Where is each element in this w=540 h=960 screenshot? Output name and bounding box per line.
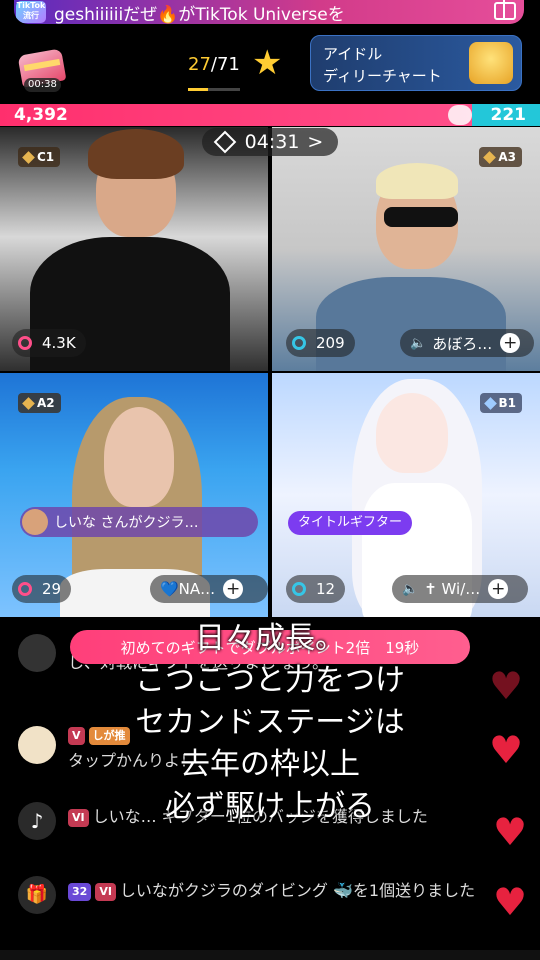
guest-name-pill[interactable]: 🔈 あぼろ… + — [400, 329, 534, 357]
guest-name-pill[interactable]: 💙NA… + — [150, 575, 268, 603]
score-value: 209 — [316, 334, 345, 352]
score-value: 4.3K — [42, 334, 76, 352]
trophy-icon — [469, 42, 513, 84]
top-banner[interactable]: TikTok 流行 geshiiiiiiだぜ🔥がTikTok Universeを — [14, 0, 524, 24]
caption-line-4: 去年の枠以上 — [180, 747, 360, 782]
chevron-right-icon: > — [307, 131, 324, 153]
sunglasses — [384, 207, 458, 227]
follow-plus-icon[interactable]: + — [488, 579, 509, 599]
rank-label: B1 — [498, 396, 517, 410]
gift-toast: しいな さんがクジラ… — [20, 507, 258, 537]
score-icon — [18, 336, 32, 350]
gift-icon: 🎁 — [18, 876, 56, 914]
idol-daily-chart-button[interactable]: アイドル ディリーチャート — [310, 35, 522, 91]
score-value: 29 — [42, 580, 62, 598]
guest-video-1[interactable]: C1 4.3K — [0, 127, 268, 371]
title-gifter-tag: タイトルギフター — [288, 511, 413, 535]
rank-label: A2 — [37, 396, 55, 410]
guest-name: あぼろ… — [432, 334, 493, 353]
chest-timer: 00:38 — [24, 78, 61, 92]
banner-text: geshiiiiiiだぜ🔥がTikTok Universeを — [54, 4, 345, 25]
guest-video-3[interactable]: A2 しいな さんがクジラ… 29 💙NA… + — [0, 373, 268, 617]
guest-name-pill[interactable]: 🔈 ✝ Wi/… + — [392, 575, 528, 603]
guest-face — [104, 407, 174, 507]
follow-plus-icon[interactable]: + — [223, 579, 244, 599]
sender-avatar — [22, 509, 48, 535]
tiktok-universe-badge: TikTok 流行 — [16, 1, 46, 23]
chat-message-row: 32 VI しいながクジラのダイビング 🐳を1個送りました — [68, 878, 488, 904]
heart-icon: ♥ — [492, 880, 528, 924]
level-badge: 32 — [68, 882, 92, 901]
score-icon — [18, 582, 32, 596]
battle-timer-value: 04:31 — [244, 131, 300, 153]
score-pill: 4.3K — [12, 329, 86, 357]
overlay-caption: 日々成長。 こつこつと力をつけ セカンドステージは 去年の枠以上 必ず駆け上がる — [0, 618, 540, 828]
follow-plus-icon[interactable]: + — [500, 333, 521, 353]
score-pill: 29 — [12, 575, 72, 603]
mute-icon: 🔈 — [402, 581, 419, 597]
guest-hair — [376, 163, 458, 199]
gift-toast-text: しいな さんがクジラ… — [54, 515, 199, 531]
counter-progress — [188, 88, 240, 91]
fan-badge: VI — [95, 882, 116, 901]
battle-score-bar: 4,392 221 — [0, 104, 540, 126]
guest-video-4[interactable]: B1 タイトルギフター 12 🔈 ✝ Wi/… + — [272, 373, 540, 617]
gift-icon[interactable] — [494, 0, 516, 20]
host-hair — [88, 129, 184, 179]
score-icon — [292, 336, 306, 350]
score-pill: 209 — [286, 329, 355, 357]
score-pill: 12 — [286, 575, 346, 603]
battle-timer[interactable]: 04:31 > — [202, 128, 338, 156]
star-icon[interactable]: ★ — [252, 46, 286, 80]
left-team-score: 4,392 — [14, 105, 68, 125]
spark-icon — [448, 105, 472, 125]
diamond-icon — [213, 130, 236, 154]
guest-name: ✝ Wi/… — [424, 580, 481, 598]
rank-badge: A3 — [479, 147, 522, 167]
diamond-icon — [483, 396, 497, 410]
rank-label: C1 — [37, 150, 55, 164]
rank-label: A3 — [498, 150, 516, 164]
bottom-bar — [0, 950, 540, 960]
diamond-icon — [22, 396, 35, 410]
treasure-chest[interactable]: 00:38 — [17, 46, 68, 92]
rank-badge: A2 — [18, 393, 61, 413]
chat-message: しいながクジラのダイビング 🐳を1個送りました — [119, 881, 476, 900]
caption-line-5: 必ず駆け上がる — [165, 789, 375, 824]
rank-badge: B1 — [479, 393, 522, 413]
idol-chart-line1: アイドル — [323, 45, 383, 63]
caption-line-1: 日々成長。 — [195, 621, 345, 656]
caption-line-2: こつこつと力をつけ — [135, 663, 405, 698]
caption-line-3: セカンドステージは — [135, 705, 405, 740]
ranking-counter[interactable]: 27/71 — [188, 54, 240, 75]
counter-current: 27 — [188, 54, 211, 75]
guest-name: 💙NA… — [160, 580, 216, 598]
battle-bar-left — [0, 104, 472, 126]
guest-video-2[interactable]: A3 209 🔈 あぼろ… + — [272, 127, 540, 371]
counter-progress-fill — [188, 88, 208, 91]
diamond-icon — [22, 150, 35, 164]
mute-icon: 🔈 — [410, 335, 427, 351]
right-team-score: 221 — [490, 105, 527, 125]
rank-badge: C1 — [18, 147, 61, 167]
idol-chart-line2: ディリーチャート — [323, 67, 442, 85]
score-value: 12 — [316, 580, 336, 598]
counter-total: /71 — [210, 54, 240, 75]
avatar-face — [376, 393, 448, 473]
diamond-icon — [483, 150, 497, 164]
score-icon — [292, 582, 306, 596]
